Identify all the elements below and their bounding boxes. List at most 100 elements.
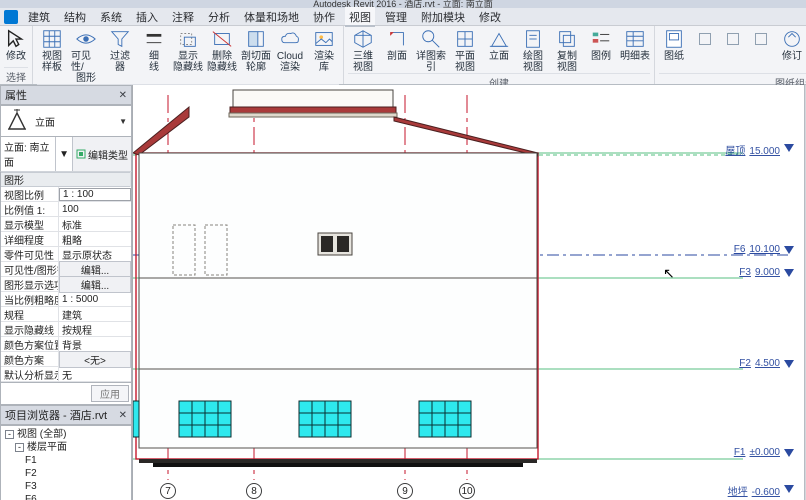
prop-row[interactable]: 默认分析显示...无 — [1, 367, 131, 382]
tree-toggle-icon[interactable]: - — [15, 443, 24, 452]
tree-item[interactable]: F6 — [3, 493, 129, 500]
prop-row[interactable]: 显示隐藏线按规程 — [1, 322, 131, 337]
show-hidden-button[interactable]: 显示隐藏线 — [173, 28, 203, 73]
tab-视图[interactable]: 视图 — [345, 7, 375, 27]
type-name: 立面 — [35, 114, 55, 129]
schedules-icon — [624, 28, 646, 50]
prop-row[interactable]: 图形显示选项编辑... — [1, 277, 131, 292]
tree-item[interactable]: F3 — [3, 480, 129, 493]
tab-管理[interactable]: 管理 — [381, 7, 411, 27]
instance-dropdown[interactable]: ▼ — [55, 137, 72, 171]
plan-view-button[interactable]: 平面视图 — [450, 28, 480, 73]
level-name: 地坪 — [728, 483, 748, 498]
prop-row[interactable]: 比例值 1:100 — [1, 202, 131, 217]
view-ref-button[interactable] — [693, 28, 717, 51]
filters-button[interactable]: 过滤器 — [105, 28, 135, 73]
tab-建筑[interactable]: 建筑 — [24, 7, 54, 27]
prop-value[interactable]: 1 : 100 — [59, 188, 131, 201]
remove-hidden-button[interactable]: 删除隐藏线 — [207, 28, 237, 73]
tree-item[interactable]: -楼层平面 — [3, 441, 129, 454]
tree-item[interactable]: -视图 (全部) — [3, 428, 129, 441]
tab-修改[interactable]: 修改 — [475, 7, 505, 27]
legend-button[interactable]: 图例 — [586, 28, 616, 62]
level-marker-F3[interactable]: F39.000 — [739, 267, 794, 278]
render-gallery-button[interactable]: 渲染库 — [309, 28, 339, 73]
tab-系统[interactable]: 系统 — [96, 7, 126, 27]
prop-row[interactable]: 视图比例1 : 100 — [1, 187, 131, 202]
guide-grid-icon — [722, 28, 744, 50]
cut-profile-label1: 剖切面 — [241, 51, 271, 62]
ribbon: 建筑结构系统插入注释分析体量和场地协作视图管理附加模块修改 修改 选择 视图样板… — [0, 8, 806, 85]
thin-lines-button[interactable]: 细线 — [139, 28, 169, 73]
type-selector[interactable]: 立面 ▼ — [0, 105, 132, 137]
visibility-button[interactable]: 可见性/图形 — [71, 28, 101, 84]
level-marker-F6[interactable]: F610.100 — [734, 244, 794, 255]
revisions-button[interactable]: 修订 — [777, 28, 806, 62]
cut-profile-icon — [245, 28, 267, 50]
tab-附加模块[interactable]: 附加模块 — [417, 7, 469, 27]
project-browser[interactable]: -视图 (全部)-楼层平面F1F2F3F6地坪屋顶-三维视图{3D}-(3维) — [0, 425, 132, 500]
prop-key: 视图比例 — [1, 187, 59, 202]
level-marker-F2[interactable]: F24.500 — [739, 358, 794, 369]
prop-value: 粗略 — [59, 232, 131, 247]
apply-button[interactable]: 应用 — [91, 385, 129, 402]
view-template-button[interactable]: 视图样板 — [37, 28, 67, 73]
apply-row: 应用 — [0, 383, 132, 405]
level-marker-F1[interactable]: F1±0.000 — [734, 447, 794, 458]
guide-grid-button[interactable] — [721, 28, 745, 51]
prop-row[interactable]: 规程建筑 — [1, 307, 131, 322]
drafting-view-label2: 视图 — [523, 62, 543, 73]
prop-row[interactable]: 颜色方案<无> — [1, 352, 131, 367]
callout-button[interactable]: 详图索引 — [416, 28, 446, 73]
tree-toggle-icon[interactable]: - — [5, 430, 14, 439]
prop-value[interactable]: 编辑... — [59, 276, 131, 293]
tab-注释[interactable]: 注释 — [168, 7, 198, 27]
tab-体量和场地[interactable]: 体量和场地 — [240, 7, 303, 27]
elevation-button[interactable]: 立面 — [484, 28, 514, 62]
sheet-button[interactable]: 图纸 — [659, 28, 689, 62]
browser-close-icon[interactable]: ✕ — [119, 410, 127, 421]
prop-row[interactable]: 显示模型标准 — [1, 217, 131, 232]
prop-key: 规程 — [1, 307, 59, 322]
prop-row[interactable]: 详细程度粗略 — [1, 232, 131, 247]
tab-插入[interactable]: 插入 — [132, 7, 162, 27]
sheet-icon — [663, 28, 685, 50]
grid-bubble-9[interactable]: 9 — [397, 483, 413, 499]
tab-结构[interactable]: 结构 — [60, 7, 90, 27]
match-line-button[interactable] — [749, 28, 773, 51]
callout-icon — [420, 28, 442, 50]
grid-bubble-7[interactable]: 7 — [160, 483, 176, 499]
app-menu-icon[interactable] — [4, 10, 18, 24]
schedules-button[interactable]: 明细表 — [620, 28, 650, 62]
cut-profile-button[interactable]: 剖切面轮廓 — [241, 28, 271, 73]
modify-label: 修改 — [6, 51, 26, 62]
level-marker-地坪[interactable]: 地坪-0.600 — [728, 483, 794, 498]
view-template-label2: 样板 — [42, 62, 62, 73]
tree-item[interactable]: F2 — [3, 467, 129, 480]
drafting-view-button[interactable]: 绘图视图 — [518, 28, 548, 73]
level-name: F3 — [739, 267, 751, 278]
sheet-label1: 图纸 — [664, 51, 684, 62]
level-marker-屋顶[interactable]: 屋顶15.000 — [725, 142, 794, 157]
duplicate-view-button[interactable]: 复制视图 — [552, 28, 582, 73]
drawing-canvas[interactable]: ↖ 屋顶15.000F610.100F39.000F24.500F1±0.000… — [133, 85, 804, 500]
prop-key: 显示模型 — [1, 217, 59, 232]
visibility-label1: 可见性/ — [71, 51, 101, 73]
section-button[interactable]: 剖面 — [382, 28, 412, 62]
prop-value[interactable]: <无> — [59, 351, 131, 368]
view-template-icon — [41, 28, 63, 50]
modify-button[interactable]: 修改 — [4, 28, 28, 62]
elevation-icon — [488, 28, 510, 50]
prop-group-graphics[interactable]: 图形 — [1, 172, 131, 187]
properties-close-icon[interactable]: ✕ — [119, 90, 127, 101]
tab-协作[interactable]: 协作 — [309, 7, 339, 27]
render-button[interactable]: Cloud渲染 — [275, 28, 305, 73]
tab-分析[interactable]: 分析 — [204, 7, 234, 27]
prop-row[interactable]: 当比例粗略度...1 : 5000 — [1, 292, 131, 307]
grid-bubble-8[interactable]: 8 — [246, 483, 262, 499]
3d-view-button[interactable]: 三维视图 — [348, 28, 378, 73]
graphics-header: 图形 — [1, 172, 131, 187]
tree-item[interactable]: F1 — [3, 454, 129, 467]
edit-type-button[interactable]: 编辑类型 — [72, 137, 131, 171]
grid-bubble-10[interactable]: 10 — [459, 483, 475, 499]
